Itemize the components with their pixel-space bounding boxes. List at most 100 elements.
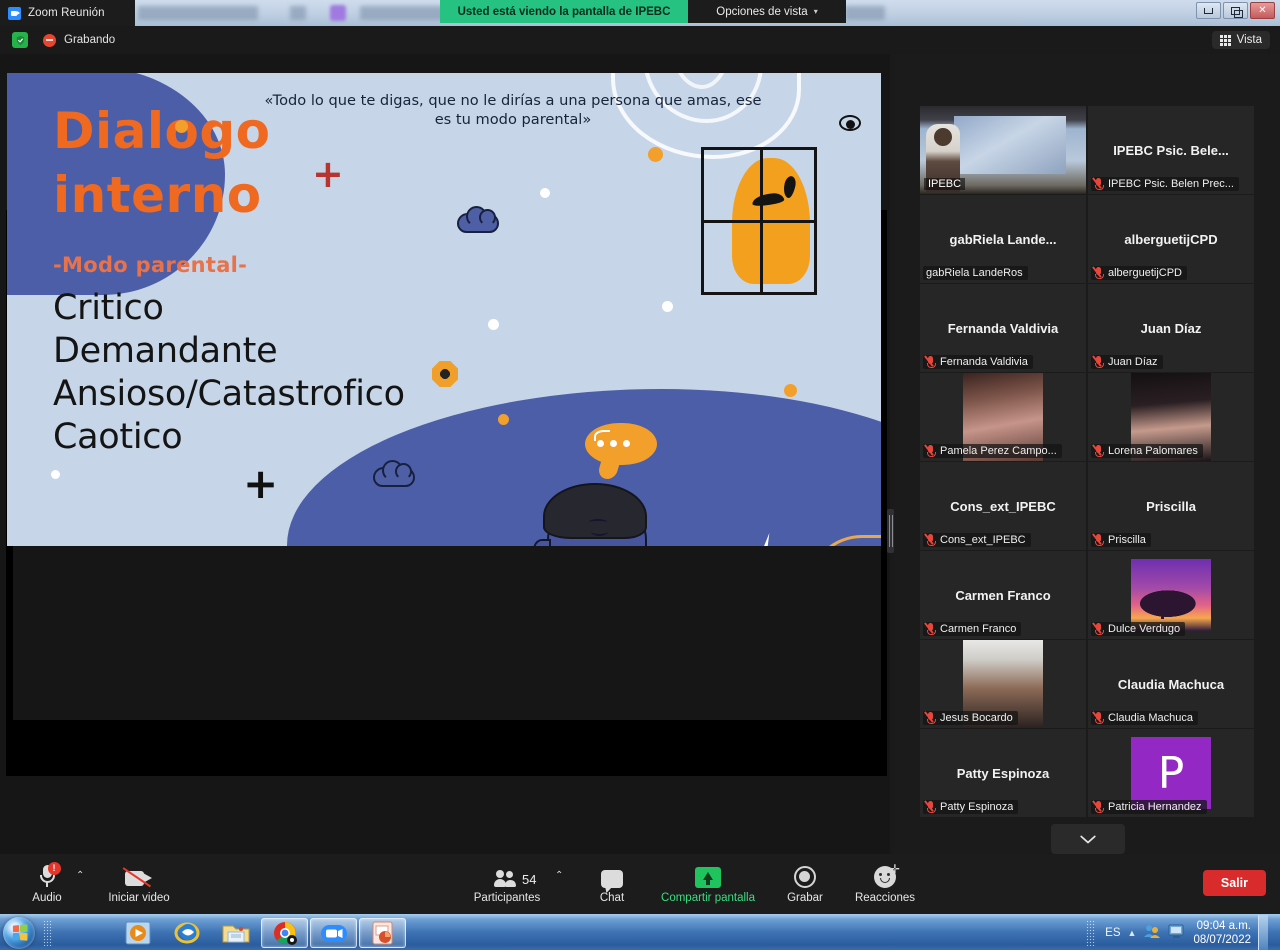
language-indicator[interactable]: ES bbox=[1105, 927, 1120, 939]
participant-footer: IPEBC Psic. Belen Prec... bbox=[1091, 177, 1239, 191]
clock-time: 09:04 a.m. bbox=[1196, 920, 1251, 932]
share-screen-button[interactable]: Compartir pantalla bbox=[661, 862, 755, 904]
participant-name: Jesus Bocardo bbox=[940, 712, 1013, 724]
slide-title-line2: interno bbox=[53, 166, 262, 224]
slide-list-item: Demandante bbox=[53, 331, 278, 371]
chat-button[interactable]: Chat bbox=[573, 862, 651, 904]
participant-name: Cons_ext_IPEBC bbox=[940, 534, 1026, 546]
participant-tile[interactable]: Patty Espinoza Patty Espinoza bbox=[920, 729, 1086, 817]
chevron-down-icon bbox=[1080, 835, 1096, 843]
slide-squiggle-large bbox=[807, 535, 881, 546]
meeting-toolbar: ! Audio ⌃ Iniciar video 54 Participantes… bbox=[0, 854, 1280, 914]
chat-label: Chat bbox=[599, 892, 625, 904]
window-titlebar: Zoom Reunión Usted está viendo la pantal… bbox=[0, 0, 1280, 26]
participant-display-name: Patty Espinoza bbox=[956, 765, 1050, 781]
taskbar-internet-explorer-icon[interactable] bbox=[163, 918, 210, 948]
participant-tile[interactable]: Fernanda Valdivia Fernanda Valdivia bbox=[920, 284, 1086, 372]
slide-title: Dialogo interno bbox=[53, 99, 271, 227]
participant-tile[interactable]: P Patricia Hernandez bbox=[1088, 729, 1254, 817]
show-hidden-icons-icon[interactable]: ▲ bbox=[1128, 928, 1137, 938]
slide-window-illustration bbox=[701, 147, 817, 295]
show-desktop-button[interactable] bbox=[1258, 915, 1268, 950]
mic-muted-icon bbox=[924, 533, 936, 546]
participant-tile-ipebc[interactable]: IPEBC bbox=[920, 106, 1086, 194]
reactions-label: Reacciones bbox=[854, 892, 916, 904]
participant-tile[interactable]: Dulce Verdugo bbox=[1088, 551, 1254, 639]
participant-tile[interactable]: alberguetijCPD alberguetijCPD bbox=[1088, 195, 1254, 283]
recording-indicator-icon[interactable] bbox=[43, 33, 56, 47]
participant-tile[interactable]: IPEBC Psic. Bele... IPEBC Psic. Belen Pr… bbox=[1088, 106, 1254, 194]
slide-subtitle: -Modo parental- bbox=[53, 253, 248, 277]
participant-display-name: Claudia Machuca bbox=[1117, 676, 1225, 692]
mic-muted-icon bbox=[1092, 622, 1104, 635]
participants-options-chevron-icon[interactable]: ⌃ bbox=[555, 870, 563, 881]
share-resize-handle[interactable] bbox=[887, 509, 894, 553]
slide-list-item: Caotico bbox=[53, 417, 183, 457]
taskbar-clock[interactable]: 09:04 a.m. 08/07/2022 bbox=[1193, 919, 1251, 947]
participant-name: Patricia Hernandez bbox=[1108, 801, 1202, 813]
view-button-label: Vista bbox=[1236, 34, 1262, 46]
security-shield-icon[interactable] bbox=[12, 32, 28, 48]
slide-dot-white bbox=[51, 470, 60, 479]
mic-muted-icon bbox=[1092, 266, 1104, 279]
start-button-icon[interactable] bbox=[3, 916, 35, 949]
audio-options-chevron-icon[interactable]: ⌃ bbox=[76, 870, 84, 881]
participant-tile[interactable]: Lorena Palomares bbox=[1088, 373, 1254, 461]
grid-view-icon bbox=[1219, 34, 1231, 46]
tray-network-users-icon[interactable] bbox=[1143, 923, 1161, 944]
participants-count: 54 bbox=[522, 872, 537, 887]
participant-tile[interactable]: Claudia Machuca Claudia Machuca bbox=[1088, 640, 1254, 728]
participant-tile[interactable]: Priscilla Priscilla bbox=[1088, 462, 1254, 550]
presentation-slide: «Todo lo que te digas, que no le dirías … bbox=[7, 73, 881, 546]
close-button[interactable]: ✕ bbox=[1250, 2, 1275, 19]
participant-tile[interactable]: Jesus Bocardo bbox=[920, 640, 1086, 728]
participant-footer: gabRiela LandeRos bbox=[923, 266, 1028, 280]
participant-display-name: IPEBC Psic. Bele... bbox=[1113, 142, 1229, 158]
meeting-status-bar: Grabando bbox=[0, 26, 1280, 54]
taskbar-file-explorer-icon[interactable] bbox=[212, 918, 259, 948]
minimize-button[interactable] bbox=[1196, 2, 1221, 19]
participant-tile[interactable]: Pamela Perez Campo... bbox=[920, 373, 1086, 461]
mic-muted-icon bbox=[924, 800, 936, 813]
recording-label: Grabando bbox=[64, 34, 116, 46]
slide-dot-orange bbox=[175, 120, 188, 133]
participant-name-overlay: IPEBC bbox=[924, 178, 966, 190]
leave-meeting-button[interactable]: Salir bbox=[1202, 870, 1266, 896]
slide-list-item: Critico bbox=[53, 288, 164, 328]
slide-dot-white bbox=[488, 319, 499, 330]
taskbar-grip[interactable] bbox=[43, 919, 53, 946]
participant-name: Juan Díaz bbox=[1108, 356, 1158, 368]
zoom-meeting-window: Zoom Reunión Usted está viendo la pantal… bbox=[0, 0, 1280, 950]
participants-icon: 54 bbox=[494, 862, 536, 888]
participant-display-name: Priscilla bbox=[1146, 498, 1196, 514]
start-video-button[interactable]: Iniciar video bbox=[100, 862, 178, 904]
view-options-button[interactable]: Opciones de vista ▾ bbox=[688, 0, 846, 23]
participant-tile[interactable]: Cons_ext_IPEBC Cons_ext_IPEBC bbox=[920, 462, 1086, 550]
taskbar-zoom-icon[interactable] bbox=[310, 917, 357, 948]
taskbar-google-chrome-icon[interactable] bbox=[261, 917, 308, 948]
reactions-button[interactable]: ✛ Reacciones bbox=[846, 862, 924, 904]
participant-tile[interactable]: Juan Díaz Juan Díaz bbox=[1088, 284, 1254, 372]
chevron-down-icon: ▾ bbox=[813, 7, 818, 16]
taskbar-media-player-icon[interactable] bbox=[114, 918, 161, 948]
audio-button[interactable]: ! Audio bbox=[8, 862, 86, 904]
tray-grip[interactable] bbox=[1086, 920, 1097, 946]
taskbar-powerpoint-icon[interactable] bbox=[359, 917, 406, 948]
slide-plus-red: + bbox=[312, 152, 344, 196]
participant-tile[interactable]: Carmen Franco Carmen Franco bbox=[920, 551, 1086, 639]
scroll-down-button[interactable] bbox=[1051, 824, 1125, 854]
view-layout-button[interactable]: Vista bbox=[1211, 31, 1270, 49]
record-button[interactable]: Grabar bbox=[766, 862, 844, 904]
mic-muted-icon bbox=[924, 622, 936, 635]
tray-display-icon[interactable] bbox=[1168, 923, 1186, 944]
participant-footer: Carmen Franco bbox=[923, 622, 1022, 636]
participant-display-name: Juan Díaz bbox=[1140, 320, 1202, 336]
mic-muted-icon bbox=[1092, 800, 1104, 813]
participant-name: Pamela Perez Campo... bbox=[940, 445, 1057, 457]
participant-tile[interactable]: gabRiela Lande... gabRiela LandeRos bbox=[920, 195, 1086, 283]
participant-name: Carmen Franco bbox=[940, 623, 1017, 635]
maximize-button[interactable] bbox=[1223, 2, 1248, 19]
zoom-logo-icon bbox=[8, 6, 21, 20]
participants-button[interactable]: 54 Participantes bbox=[468, 862, 546, 904]
slide-plus-black: + bbox=[243, 459, 279, 508]
